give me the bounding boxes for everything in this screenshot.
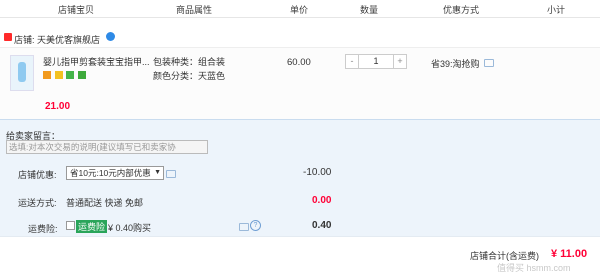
discount-tip-icon[interactable] (166, 170, 176, 178)
shop-row: 店铺: 天美优客旗舰店 (0, 27, 600, 47)
item-subtotal: 21.00 (45, 101, 71, 112)
service-tags (43, 69, 87, 79)
shop-total-amount: ¥ 11.00 (551, 248, 588, 260)
shipping-amount: 0.00 (312, 195, 332, 206)
discount-info-icon[interactable] (484, 59, 494, 67)
help-icon[interactable]: ? (250, 220, 261, 231)
credit-card-icon (43, 70, 51, 79)
shop-icon (4, 33, 12, 41)
insurance-price: ¥ 0.40购买 (108, 223, 152, 233)
wangwang-chat-icon[interactable] (106, 32, 115, 41)
item-row: 婴儿指甲剪套装宝宝指甲... 包装种类：组合装 颜色分类：天蓝色 60.00 省… (0, 47, 600, 120)
seven-day-return-icon (66, 70, 75, 79)
shop-discount-select[interactable]: 省10元:10元内部优惠 ▼ (66, 166, 164, 180)
col-attrs: 商品属性 (176, 5, 213, 15)
insurance-info-icon[interactable] (239, 223, 249, 231)
col-discount: 优惠方式 (443, 5, 480, 15)
col-shop-item: 店铺宝贝 (58, 5, 95, 15)
quantity-decrease-button[interactable]: - (346, 55, 359, 68)
shop-discount-selected: 省10元:10元内部优惠 (70, 168, 151, 178)
shop-discount-label: 店铺优惠: (18, 170, 57, 180)
quantity-stepper[interactable]: - 1 + (345, 54, 407, 69)
guarantee-icon (77, 70, 86, 79)
shop-label: 店铺: (14, 35, 35, 45)
watermark: 值得买 hsmm.com (497, 263, 571, 273)
product-title-link[interactable]: 婴儿指甲剪套装宝宝指甲... (43, 55, 150, 68)
attr-color: 颜色分类：天蓝色 (153, 71, 226, 81)
shipping-label: 运送方式: (18, 198, 57, 208)
shop-discount-amount: -10.00 (303, 167, 332, 178)
product-thumbnail[interactable] (10, 55, 34, 91)
discount-method: 省39:淘抢购 (431, 59, 480, 69)
shop-name-link[interactable]: 天美优客旗舰店 (37, 33, 100, 46)
quantity-input[interactable]: 1 (359, 55, 394, 68)
insurance-label: 运费险: (28, 224, 58, 234)
shipping-method: 普通配送 快递 免邮 (66, 198, 144, 208)
insurance-badge: 运费险 (76, 220, 108, 233)
col-qty: 数量 (360, 5, 379, 15)
shop-total-row: 店铺合计(含运费) ¥ 11.00 值得买 hsmm.com (0, 236, 600, 274)
bottle-icon (18, 62, 26, 82)
col-subtotal: 小计 (547, 5, 566, 15)
message-input[interactable]: 选填:对本次交易的说明(建议填写已和卖家协 (6, 140, 208, 154)
chevron-down-icon: ▼ (154, 169, 161, 176)
col-price: 单价 (290, 5, 309, 15)
attr-package-type: 包装种类：组合装 (153, 57, 226, 67)
unit-price: 60.00 (287, 57, 311, 68)
tag-badge-icon (54, 70, 63, 79)
quantity-increase-button[interactable]: + (394, 55, 406, 68)
table-header: 店铺宝贝 商品属性 单价 数量 优惠方式 小计 (0, 0, 600, 18)
insurance-amount: 0.40 (312, 220, 332, 231)
insurance-checkbox[interactable] (66, 221, 75, 230)
